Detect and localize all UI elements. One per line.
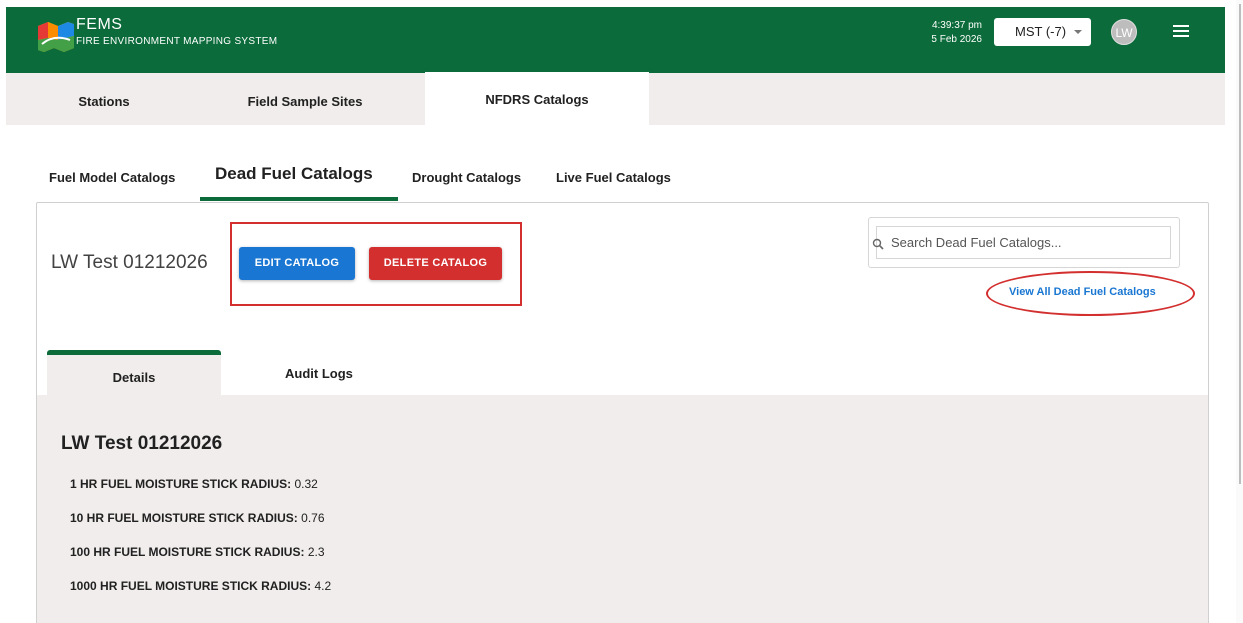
property-row: 10 HR FUEL MOISTURE STICK RADIUS: 0.76 (70, 511, 325, 525)
search-input[interactable] (876, 226, 1171, 259)
property-value: 2.3 (307, 545, 325, 559)
brand-title: FEMS (76, 16, 123, 33)
tab-details[interactable]: Details (47, 350, 221, 396)
details-title: LW Test 01212026 (61, 433, 223, 454)
app-header: FEMS FIRE ENVIRONMENT MAPPING SYSTEM 4:3… (6, 7, 1225, 73)
top-tab-bar: Stations Field Sample Sites NFDRS Catalo… (6, 68, 1225, 125)
property-row: 1000 HR FUEL MOISTURE STICK RADIUS: 4.2 (70, 579, 331, 593)
tab-dead-fuel-catalogs[interactable]: Dead Fuel Catalogs (215, 164, 373, 184)
chevron-down-icon (1074, 30, 1082, 34)
property-value: 0.76 (301, 511, 325, 525)
property-label: 10 HR FUEL MOISTURE STICK RADIUS: (70, 511, 298, 525)
search-icon (872, 238, 884, 250)
property-row: 100 HR FUEL MOISTURE STICK RADIUS: 2.3 (70, 545, 325, 559)
brand-subtitle: FIRE ENVIRONMENT MAPPING SYSTEM (76, 36, 278, 47)
avatar[interactable]: LW (1111, 19, 1137, 45)
property-row: 1 HR FUEL MOISTURE STICK RADIUS: 0.32 (70, 477, 318, 491)
clock-date: 5 Feb 2026 (931, 34, 982, 45)
catalog-name: LW Test 01212026 (51, 252, 208, 273)
fems-logo-icon[interactable] (36, 18, 76, 54)
clock: 4:39:37 pm 5 Feb 2026 (924, 19, 982, 47)
property-label: 100 HR FUEL MOISTURE STICK RADIUS: (70, 545, 305, 559)
tab-stations[interactable]: Stations (49, 73, 159, 125)
property-value: 0.32 (294, 477, 318, 491)
property-value: 4.2 (314, 579, 332, 593)
edit-catalog-button[interactable]: EDIT CATALOG (239, 247, 355, 280)
annotation-ellipse (986, 271, 1195, 316)
active-tab-indicator (200, 197, 398, 201)
tab-nfdrs-catalogs[interactable]: NFDRS Catalogs (425, 68, 649, 125)
property-label: 1 HR FUEL MOISTURE STICK RADIUS: (70, 477, 292, 491)
tab-fuel-model-catalogs[interactable]: Fuel Model Catalogs (49, 170, 175, 185)
tab-audit-logs[interactable]: Audit Logs (285, 366, 353, 381)
tab-live-fuel-catalogs[interactable]: Live Fuel Catalogs (556, 170, 671, 185)
scrollbar-thumb[interactable] (1239, 4, 1241, 484)
property-label: 1000 HR FUEL MOISTURE STICK RADIUS: (70, 579, 312, 593)
tab-drought-catalogs[interactable]: Drought Catalogs (412, 170, 521, 185)
tab-field-sample-sites[interactable]: Field Sample Sites (225, 73, 385, 125)
clock-time: 4:39:37 pm (931, 20, 982, 31)
timezone-value: MST (-7) (1015, 24, 1067, 39)
timezone-select[interactable]: MST (-7) (994, 18, 1091, 46)
delete-catalog-button[interactable]: DELETE CATALOG (369, 247, 502, 280)
hamburger-menu-icon[interactable] (1173, 25, 1189, 38)
